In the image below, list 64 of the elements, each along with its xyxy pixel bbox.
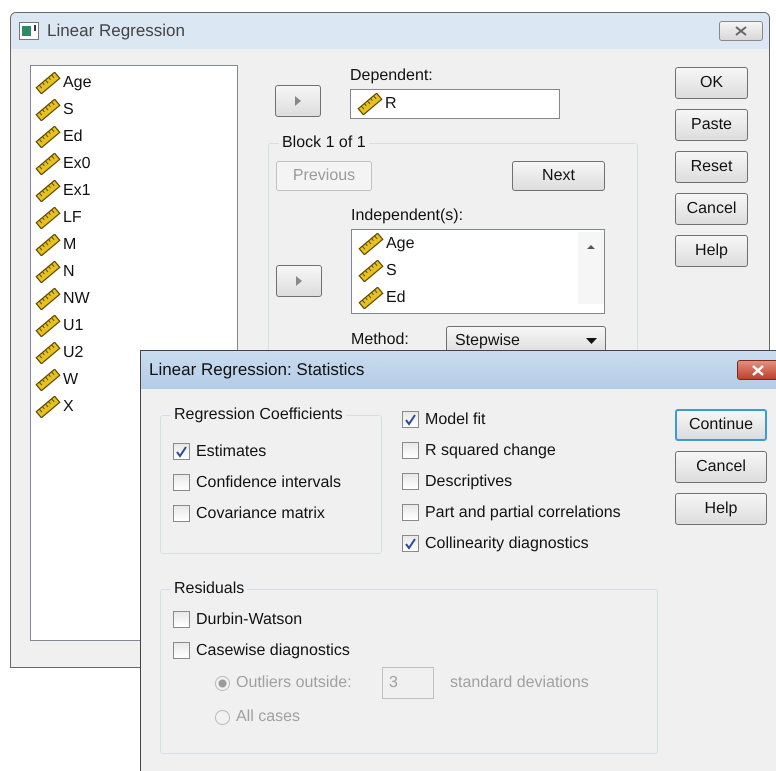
- variable-item[interactable]: Ed: [35, 123, 233, 150]
- checkbox-label: Covariance matrix: [196, 504, 325, 522]
- variable-item[interactable]: LF: [35, 204, 233, 231]
- triangle-icon: [294, 95, 302, 107]
- variable-item[interactable]: Age: [358, 230, 572, 257]
- checkbox[interactable]: [402, 535, 419, 552]
- variable-item[interactable]: Age: [35, 69, 233, 96]
- dialog-button[interactable]: Reset: [675, 151, 748, 183]
- scrollbar[interactable]: [578, 232, 604, 304]
- triangle-icon: [295, 275, 303, 287]
- dialog-button[interactable]: Cancel: [675, 451, 767, 483]
- variable-item[interactable]: Ex1: [35, 177, 233, 204]
- dialog-button[interactable]: Cancel: [675, 193, 748, 225]
- dependent-label: Dependent:: [350, 66, 434, 86]
- dialog-button[interactable]: Continue: [675, 409, 767, 441]
- checkbox[interactable]: [402, 442, 419, 459]
- close-icon: [735, 26, 747, 36]
- variable-item[interactable]: N: [35, 258, 233, 285]
- variable-item[interactable]: NW: [35, 285, 233, 312]
- checkbox-label: Estimates: [196, 442, 266, 460]
- variable-item[interactable]: S: [358, 257, 572, 284]
- window-title: Linear Regression: Statistics: [149, 360, 366, 380]
- dialog-button[interactable]: Help: [675, 493, 767, 525]
- variable-item[interactable]: M: [35, 231, 233, 258]
- move-button[interactable]: [275, 85, 321, 117]
- checkbox-label: R squared change: [425, 442, 556, 460]
- checkbox[interactable]: [402, 473, 419, 490]
- radio-label: All cases: [236, 708, 302, 726]
- variable-item[interactable]: U1: [35, 312, 233, 339]
- checkbox[interactable]: [173, 642, 190, 659]
- dialog-button[interactable]: OK: [675, 67, 748, 99]
- checkbox-label: Collinearity diagnostics: [425, 534, 589, 552]
- next-button[interactable]: Next: [512, 161, 605, 191]
- close-button[interactable]: [737, 360, 776, 380]
- checkbox-label: Durbin-Watson: [196, 610, 302, 628]
- independents-label: Independent(s):: [351, 206, 464, 226]
- variable-item[interactable]: Ex0: [35, 150, 233, 177]
- app-icon: [19, 22, 39, 40]
- variable-item[interactable]: S: [35, 96, 233, 123]
- checkbox[interactable]: [173, 474, 190, 491]
- checkbox-label: Casewise diagnostics: [196, 642, 350, 660]
- units-label: standard deviations: [450, 674, 589, 692]
- method-label: Method:: [351, 330, 410, 350]
- checkbox[interactable]: [402, 504, 419, 521]
- group-title: Regression Coefficients: [171, 405, 346, 425]
- checkbox-label: Confidence intervals: [196, 474, 341, 492]
- checkbox[interactable]: [173, 443, 190, 460]
- scroll-up-icon: [586, 244, 596, 250]
- window-title: Linear Regression: [47, 21, 186, 41]
- close-button[interactable]: [719, 21, 763, 41]
- variable-item[interactable]: Ed: [358, 284, 572, 311]
- radio-label: Outliers outside:: [236, 674, 353, 692]
- checkbox-label: Descriptives: [425, 472, 512, 490]
- checkbox-label: Part and partial correlations: [425, 504, 621, 522]
- dependent-field[interactable]: R: [350, 89, 560, 119]
- checkbox[interactable]: [173, 505, 190, 522]
- checkbox-label: Model fit: [425, 410, 486, 428]
- move-button[interactable]: [276, 265, 322, 297]
- close-icon: [751, 364, 765, 376]
- checkbox[interactable]: [173, 611, 190, 628]
- checkbox[interactable]: [402, 411, 419, 428]
- dialog-button[interactable]: Help: [675, 235, 748, 267]
- dropdown-arrow-icon: [586, 338, 597, 344]
- dialog-button[interactable]: Paste: [675, 109, 748, 141]
